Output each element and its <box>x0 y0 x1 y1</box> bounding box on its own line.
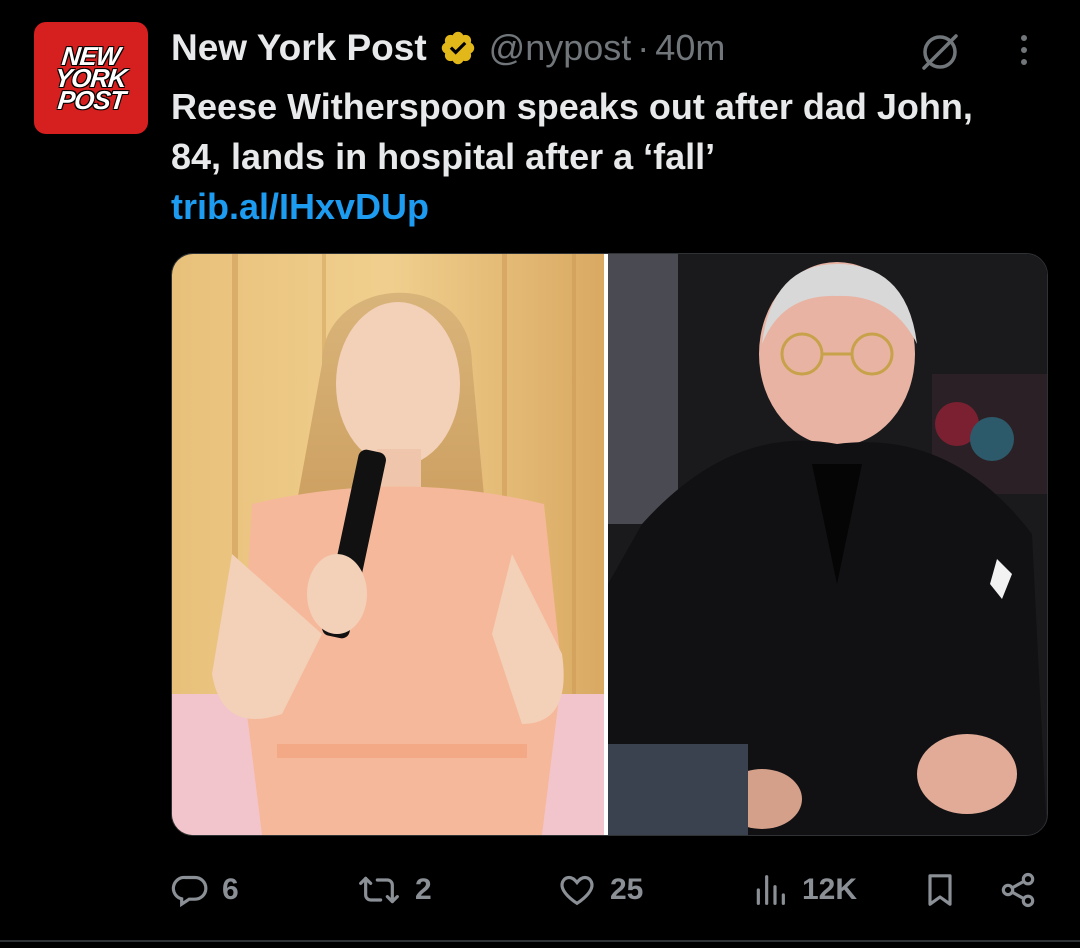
repost-count: 2 <box>415 873 432 906</box>
logo-line-3: POST <box>56 85 126 115</box>
tweet-text: Reese Witherspoon speaks out after dad J… <box>171 86 973 177</box>
share-button[interactable] <box>998 860 1038 920</box>
avatar[interactable]: NEW YORK POST <box>34 22 148 134</box>
separator-dot: · <box>637 27 650 68</box>
tweet-link[interactable]: trib.al/IHxvDUp <box>171 182 429 232</box>
like-button[interactable]: 25 <box>556 860 643 920</box>
repost-icon <box>355 870 403 910</box>
tweet[interactable]: NEW YORK POST New York Post @nypost · 40… <box>0 0 1080 948</box>
like-count: 25 <box>610 873 644 906</box>
repost-button[interactable]: 2 <box>355 860 432 920</box>
bookmark-icon <box>920 870 960 910</box>
reply-count: 6 <box>222 873 239 906</box>
photo-right <box>608 254 1047 835</box>
handle[interactable]: @nypost <box>489 27 632 69</box>
grok-icon[interactable] <box>916 28 964 76</box>
bookmark-button[interactable] <box>920 860 960 920</box>
reply-icon <box>170 870 210 910</box>
tweet-media[interactable] <box>171 253 1048 836</box>
views-button[interactable]: 12K <box>750 860 857 920</box>
views-count: 12K <box>802 873 858 906</box>
photo-left <box>172 254 604 835</box>
share-icon <box>998 870 1038 910</box>
divider <box>0 940 1080 942</box>
action-bar: 6 2 25 12K <box>0 860 1080 920</box>
tweet-header: New York Post @nypost · 40m <box>171 24 725 72</box>
display-name[interactable]: New York Post <box>171 27 427 69</box>
reply-button[interactable]: 6 <box>170 860 239 920</box>
verified-badge-icon[interactable] <box>439 29 477 67</box>
more-options-icon[interactable] <box>1004 30 1044 70</box>
timestamp[interactable]: 40m <box>655 27 725 69</box>
views-icon <box>750 870 790 910</box>
heart-icon <box>556 870 598 910</box>
